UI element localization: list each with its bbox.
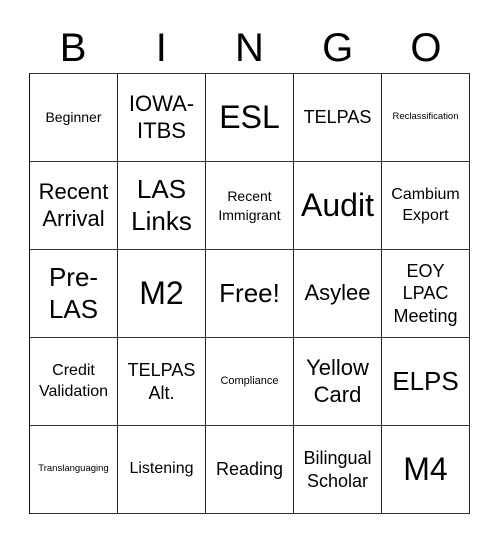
- bingo-cell[interactable]: Reclassification: [382, 74, 470, 162]
- free-space-cell[interactable]: Free!: [206, 250, 294, 338]
- bingo-cell[interactable]: Credit Validation: [30, 338, 118, 426]
- bingo-cell[interactable]: TELPAS: [294, 74, 382, 162]
- bingo-cell[interactable]: Compliance: [206, 338, 294, 426]
- bingo-cell[interactable]: Recent Arrival: [30, 162, 118, 250]
- bingo-cell[interactable]: Bilingual Scholar: [294, 426, 382, 514]
- bingo-board: Beginner IOWA-ITBS ESL TELPAS Reclassifi…: [29, 73, 470, 514]
- bingo-cell[interactable]: Cambium Export: [382, 162, 470, 250]
- bingo-cell[interactable]: M4: [382, 426, 470, 514]
- header-letter-i: I: [155, 26, 167, 70]
- bingo-cell[interactable]: Beginner: [30, 74, 118, 162]
- header-letter-b: B: [59, 26, 87, 70]
- bingo-cell[interactable]: Yellow Card: [294, 338, 382, 426]
- bingo-cell[interactable]: Asylee: [294, 250, 382, 338]
- bingo-cell[interactable]: Translanguaging: [30, 426, 118, 514]
- bingo-header: B I N G O: [29, 24, 470, 72]
- header-letter-n: N: [235, 26, 264, 70]
- bingo-cell[interactable]: TELPAS Alt.: [118, 338, 206, 426]
- bingo-cell[interactable]: M2: [118, 250, 206, 338]
- bingo-cell[interactable]: Reading: [206, 426, 294, 514]
- bingo-cell[interactable]: Recent Immigrant: [206, 162, 294, 250]
- header-letter-g: G: [322, 26, 354, 70]
- bingo-cell[interactable]: ELPS: [382, 338, 470, 426]
- bingo-cell[interactable]: LAS Links: [118, 162, 206, 250]
- bingo-cell[interactable]: Audit: [294, 162, 382, 250]
- bingo-cell[interactable]: Pre-LAS: [30, 250, 118, 338]
- bingo-cell[interactable]: EOY LPAC Meeting: [382, 250, 470, 338]
- bingo-cell[interactable]: ESL: [206, 74, 294, 162]
- bingo-cell[interactable]: Listening: [118, 426, 206, 514]
- header-letter-o: O: [410, 26, 442, 70]
- bingo-cell[interactable]: IOWA-ITBS: [118, 74, 206, 162]
